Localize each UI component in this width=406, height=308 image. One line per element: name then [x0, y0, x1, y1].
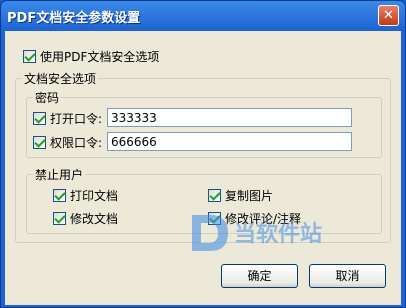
window-title: PDF文档安全参数设置 [7, 11, 141, 26]
restrictions-group-title: 禁止用户 [33, 166, 86, 183]
checkmark-icon [33, 136, 46, 149]
copy-images-restriction-checkbox[interactable]: 复制图片 [208, 187, 273, 204]
svg-text:当软件站: 当软件站 [234, 221, 322, 247]
close-icon: ✕ [383, 8, 394, 23]
print-restriction-label: 打印文档 [70, 189, 119, 203]
checkmark-icon [53, 189, 66, 202]
permission-password-checkbox[interactable]: 权限口令: [33, 134, 102, 151]
use-security-label: 使用PDF文档安全选项 [40, 50, 160, 64]
ok-button[interactable]: 确定 [221, 264, 298, 288]
password-group: 密码 打开口令: 权限口令: [26, 89, 382, 158]
watermark-logo: 当软件站 [192, 215, 322, 251]
use-security-checkbox[interactable]: 使用PDF文档安全选项 [23, 48, 159, 65]
close-button[interactable]: ✕ [378, 5, 399, 26]
open-password-label: 打开口令: [50, 112, 103, 126]
print-restriction-checkbox[interactable]: 打印文档 [53, 187, 118, 204]
checkmark-icon [23, 50, 36, 63]
open-password-input[interactable] [107, 108, 352, 127]
dialog-window: PDF文档安全参数设置 ✕ 使用PDF文档安全选项 文档安全选项 密码 打开口令… [0, 0, 406, 308]
permission-password-label: 权限口令: [50, 136, 103, 150]
security-options-title: 文档安全选项 [22, 70, 99, 87]
cancel-button[interactable]: 取消 [309, 264, 386, 288]
permission-password-input[interactable] [107, 132, 352, 151]
password-group-title: 密码 [33, 89, 62, 106]
checkmark-icon [33, 112, 46, 125]
checkmark-icon [53, 212, 66, 225]
copy-images-restriction-label: 复制图片 [225, 189, 274, 203]
title-bar[interactable]: PDF文档安全参数设置 ✕ [1, 1, 405, 31]
checkmark-icon [208, 189, 221, 202]
modify-restriction-label: 修改文档 [70, 212, 119, 226]
modify-restriction-checkbox[interactable]: 修改文档 [53, 210, 118, 227]
open-password-checkbox[interactable]: 打开口令: [33, 110, 102, 127]
dialog-body: 使用PDF文档安全选项 文档安全选项 密码 打开口令: 权限口令: 禁止用户 [5, 31, 401, 305]
